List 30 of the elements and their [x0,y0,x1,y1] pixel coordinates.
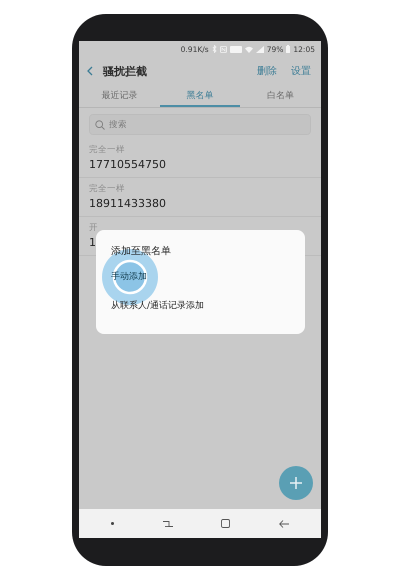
tab[interactable]: 最近记录 [79,85,160,107]
back-icon [278,520,289,528]
recents-icon [162,520,173,528]
dialog-option[interactable]: 从联系人/通话记录添加 [111,298,204,312]
tab[interactable]: 黑名单 [160,85,240,107]
dot-icon [111,522,114,525]
match-rule: 完全一样 [89,144,125,156]
header-action[interactable]: 设置 [289,64,313,78]
wifi-icon [244,46,253,52]
add-button[interactable] [279,466,313,500]
nfc-icon [220,46,227,52]
search-icon [95,120,105,130]
battery-icon [286,45,290,53]
header-action[interactable]: 删除 [255,64,279,78]
list-row[interactable]: 完全一样 18911433380 [79,178,321,217]
dialog-title: 添加至黑名单 [111,244,172,258]
screen-title: 骚扰拦截 [103,64,148,78]
match-rule: 开 [89,222,98,234]
phone-number: 18911433380 [89,197,166,210]
search-field[interactable]: 搜索 [89,114,311,135]
home-icon [221,519,230,528]
plus-icon [289,476,303,490]
match-rule: 完全一样 [89,183,125,195]
bluetooth-icon [212,45,217,53]
back-icon [87,66,93,76]
signal-icon [256,46,264,52]
tab[interactable]: 白名单 [240,85,321,107]
list-row[interactable]: 完全一样 17710554750 [79,139,321,178]
phone-number: 17710554750 [89,158,166,171]
phone-number: 1 [89,236,96,249]
